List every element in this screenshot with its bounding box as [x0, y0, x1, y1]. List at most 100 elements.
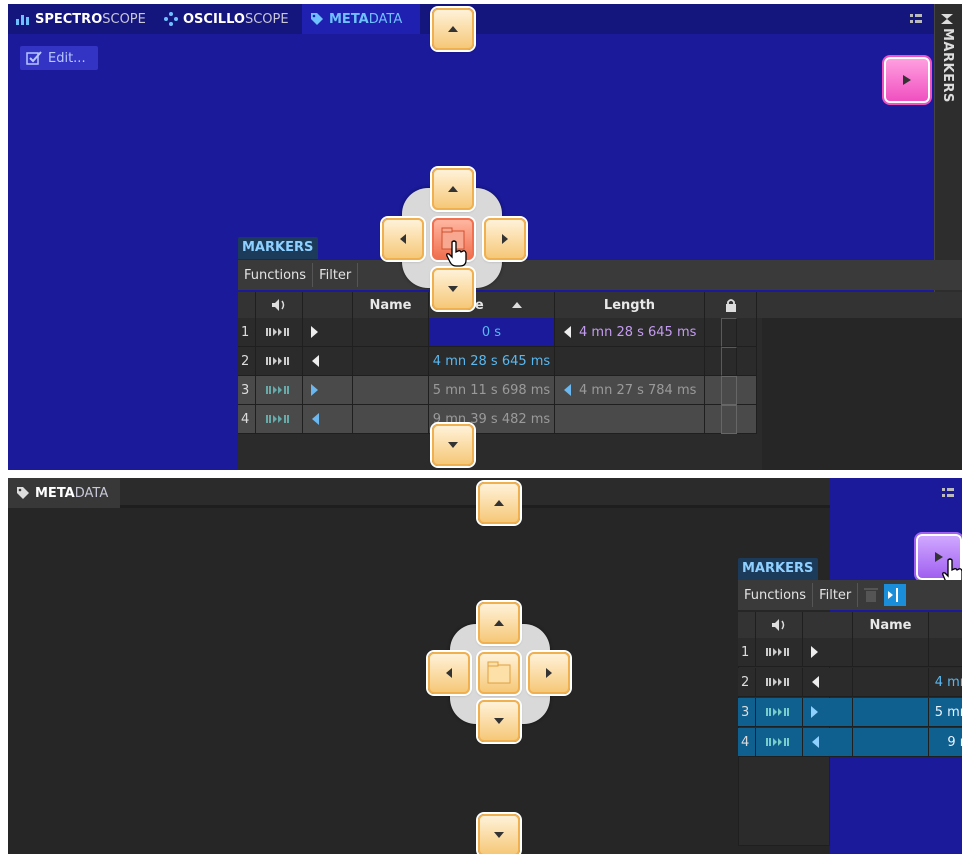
play-marker-icon[interactable]	[756, 668, 803, 697]
markers-header-row: Name	[738, 612, 962, 638]
arrow-down-icon	[448, 442, 458, 448]
tab-metadata[interactable]: METADATA	[302, 4, 420, 34]
marker-length-cell[interactable]: 4 mn 28 s 645 ms	[555, 318, 705, 347]
top-panel: SPECTROSCOPE OSCILLOSCOPE METADATA Edit.…	[8, 4, 962, 470]
markers-toolbar: Functions Filter	[238, 260, 962, 290]
play-marker-icon[interactable]	[756, 698, 803, 727]
trash-icon[interactable]	[864, 587, 879, 603]
marker-start-icon	[303, 376, 353, 405]
table-row[interactable]: 4 9 mn 39 s 482 ms	[238, 404, 757, 434]
marker-name[interactable]	[853, 728, 929, 757]
tab-spectroscope[interactable]: SPECTROSCOPE	[8, 4, 156, 34]
marker-name[interactable]	[353, 318, 429, 347]
play-marker-icon[interactable]	[256, 376, 303, 405]
arrow-right-icon	[502, 234, 508, 244]
arrow-right-icon	[903, 75, 911, 85]
length-column-header[interactable]: Length	[555, 292, 705, 318]
play-marker-icon[interactable]	[256, 318, 303, 347]
marker-time[interactable]: 4 mn 28 s 645 ms	[429, 347, 555, 376]
lock-checkbox[interactable]	[721, 346, 737, 376]
lock-icon	[725, 299, 736, 312]
dock-up-button[interactable]	[478, 602, 520, 644]
arrow-down-icon	[494, 832, 504, 838]
arrow-up-icon	[494, 500, 504, 506]
arrow-up-icon	[448, 26, 458, 32]
arrow-down-icon	[448, 286, 458, 292]
marker-insert-button[interactable]	[884, 584, 907, 606]
marker-insert-icon	[888, 588, 899, 602]
filter-button[interactable]: Filter	[813, 583, 859, 607]
marker-name[interactable]	[853, 668, 929, 697]
edit-button[interactable]: Edit...	[20, 46, 98, 70]
play-marker-icon[interactable]	[756, 638, 803, 667]
dock-top-button[interactable]	[432, 8, 474, 50]
functions-button[interactable]: Functions	[738, 583, 814, 607]
name-column-header[interactable]: Name	[353, 292, 429, 318]
dock-center-button[interactable]	[478, 652, 520, 694]
marker-start-icon	[803, 698, 853, 727]
marker-length-cell[interactable]: 4 mn 27 s 784 ms	[555, 376, 705, 405]
table-row[interactable]: 3 5 mn	[738, 698, 962, 727]
table-row[interactable]: 1	[738, 638, 962, 667]
marker-time[interactable]	[929, 638, 962, 667]
marker-time[interactable]: 0 s	[429, 318, 555, 347]
table-row[interactable]: 4 9 n	[738, 728, 962, 757]
arrow-left-icon	[400, 234, 406, 244]
marker-end-icon	[803, 728, 853, 757]
dock-right-button[interactable]	[484, 218, 526, 260]
play-marker-icon[interactable]	[256, 347, 303, 376]
marker-name[interactable]	[353, 376, 429, 405]
table-row[interactable]: 1 0 s 4 mn 28 s 645 ms	[238, 317, 757, 347]
marker-time[interactable]: 5 mn	[929, 698, 962, 727]
filter-button[interactable]: Filter	[313, 263, 359, 287]
tab-metadata-bottom[interactable]: METADATA	[8, 478, 120, 508]
marker-time[interactable]: 5 mn 11 s 698 ms	[429, 376, 555, 405]
play-marker-icon[interactable]	[756, 728, 803, 757]
table-row[interactable]: 2 4 mn 28 s 645 ms	[238, 346, 757, 376]
dock-down-button[interactable]	[478, 700, 520, 742]
markers-side-label: MARKERS	[940, 28, 955, 103]
play-marker-icon[interactable]	[256, 405, 303, 434]
tab-oscilloscope[interactable]: OSCILLOSCOPE	[156, 4, 302, 34]
lock-column-header[interactable]	[705, 292, 757, 318]
arrow-down-icon	[494, 718, 504, 724]
marker-name[interactable]	[353, 405, 429, 434]
arrow-right-icon	[546, 668, 552, 678]
dock-down-button[interactable]	[432, 268, 474, 310]
dock-left-button[interactable]	[428, 652, 470, 694]
table-row[interactable]: 2 4 mn	[738, 668, 962, 697]
dock-top-button[interactable]	[478, 482, 520, 524]
panel-menu-icon[interactable]	[942, 488, 954, 498]
speaker-icon	[772, 619, 785, 631]
edit-button-label: Edit...	[48, 50, 86, 66]
lock-checkbox[interactable]	[721, 317, 737, 347]
marker-length[interactable]	[555, 347, 705, 376]
functions-button[interactable]: Functions	[238, 263, 314, 287]
dock-right-button[interactable]	[528, 652, 570, 694]
float-window-button[interactable]	[884, 57, 930, 103]
marker-end-icon	[303, 347, 353, 376]
arrow-up-icon	[494, 620, 504, 626]
marker-name[interactable]	[853, 638, 929, 667]
dock-up-button[interactable]	[432, 168, 474, 210]
marker-time[interactable]: 9 n	[929, 728, 962, 757]
collapse-hourglass-icon[interactable]	[941, 14, 953, 24]
marker-time[interactable]: 4 mn	[929, 668, 962, 697]
dock-bottom-button[interactable]	[478, 814, 520, 854]
dock-bottom-button[interactable]	[432, 424, 474, 466]
marker-length[interactable]	[555, 405, 705, 434]
name-column-header[interactable]: Name	[853, 612, 929, 638]
sort-up-icon	[511, 302, 522, 308]
table-row[interactable]: 3 5 mn 11 s 698 ms 4 mn 27 s 784 ms	[238, 375, 757, 405]
checkbox-edit-icon	[26, 51, 42, 65]
marker-end-icon	[803, 668, 853, 697]
play-column-header[interactable]	[256, 292, 303, 318]
lock-checkbox[interactable]	[721, 404, 737, 434]
panel-menu-icon[interactable]	[910, 14, 922, 24]
marker-name[interactable]	[353, 347, 429, 376]
marker-end-icon	[303, 405, 353, 434]
marker-name[interactable]	[853, 698, 929, 727]
lock-checkbox[interactable]	[721, 375, 737, 405]
play-column-header[interactable]	[756, 612, 803, 638]
dock-left-button[interactable]	[382, 218, 424, 260]
